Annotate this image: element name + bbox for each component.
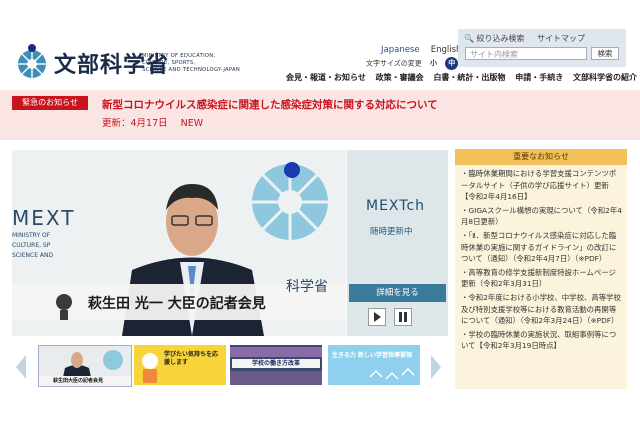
carousel-thumb-press[interactable]: 萩生田大臣の記者会見 [38, 345, 132, 387]
carousel-thumb-learning[interactable]: 学びたい気持ちを応援します [134, 345, 226, 385]
nav-item-application[interactable]: 申請・手続き [515, 73, 563, 82]
emergency-date: 更新：4月17日 [102, 118, 168, 129]
emergency-update: 更新：4月17日 NEW [102, 115, 203, 129]
carousel-thumb-workstyle[interactable]: 学校の働き方改革 [230, 345, 322, 385]
font-size-medium-button[interactable]: 中 [445, 57, 459, 70]
detail-button[interactable]: 詳細を見る [349, 284, 446, 302]
font-size-small-button[interactable]: 小 [426, 56, 442, 71]
hero-backdrop-text: 科学省 [286, 279, 328, 295]
thumb-label: 学校の働き方改革 [232, 359, 320, 368]
news-item[interactable]: 令和2年度における小学校、中学校、高等学校及び特別支援学校等における教育活動の再… [461, 292, 623, 327]
thumb-label: 学びたい気持ちを応援します [164, 351, 219, 366]
hero-backdrop-text: MINISTRY OF [12, 232, 51, 239]
search-input[interactable]: サイト内検索 [465, 47, 587, 60]
language-switch: Japanese English [381, 37, 467, 56]
news-item[interactable]: 学校の臨時休業の実施状況、取組事例等について【令和2年3月19日時点】 [461, 329, 623, 352]
magnifier-icon: 🔍 [464, 34, 474, 43]
hero-backdrop-text: CULTURE, SP [12, 242, 51, 249]
play-button[interactable] [368, 308, 386, 326]
character-icon [142, 353, 158, 383]
thumb-label: 生きる力 新しい学習指導要領 [332, 352, 412, 359]
global-nav: 会見・報道・お知らせ 政策・審議会 白書・統計・出版物 申請・手続き 文部科学省… [286, 72, 640, 83]
news-item[interactable]: 「Ⅱ．新型コロナウイルス感染症に対応した臨時休業の実施に関するガイドライン」の改… [461, 230, 623, 265]
emergency-badge: 緊急のお知らせ [12, 96, 88, 110]
thumb-photo-strip [230, 347, 322, 357]
news-item[interactable]: GIGAスクール構想の実現について（令和2年4月8日更新） [461, 205, 623, 228]
nav-item-press[interactable]: 会見・報道・お知らせ [286, 73, 366, 82]
pause-icon [399, 312, 407, 322]
emergency-link[interactable]: 新型コロナウイルス感染症に関連した感染症対策に関する対応について [102, 97, 438, 112]
nav-item-whitepaper[interactable]: 白書・統計・出版物 [433, 73, 505, 82]
lang-japanese-link[interactable]: Japanese [381, 45, 420, 55]
thumb-photo-strip [230, 371, 322, 385]
thumb-label: 萩生田大臣の記者会見 [53, 378, 104, 384]
important-news-heading: 重要なお知らせ [455, 149, 627, 165]
mext-channel-title: MEXTch [366, 198, 426, 214]
nav-item-about[interactable]: 文部科学省の紹介 [573, 73, 637, 82]
carousel-prev-icon[interactable] [15, 353, 27, 381]
birds-icon [369, 367, 415, 380]
mext-channel-subtitle: 随時更新中 [370, 227, 413, 237]
lang-english-link[interactable]: English [431, 45, 462, 55]
news-item[interactable]: 高等教育の修学支援新制度特設ホームページ更新（令和2年3月31日） [461, 267, 623, 290]
news-item[interactable]: 臨時休業期間における学習支援コンテンツポータルサイト（子供の学び応援サイト）更新… [461, 168, 623, 203]
hero-backdrop-text: SCIENCE AND [12, 252, 54, 259]
play-icon [374, 312, 381, 322]
carousel-next-icon[interactable] [430, 353, 442, 381]
important-news-list: 臨時休業期間における学習支援コンテンツポータルサイト（子供の学び応援サイト）更新… [461, 168, 623, 354]
pause-button[interactable] [394, 308, 412, 326]
site-subtitle: MINISTRY OF EDUCATION, CULTURE, SPORTS, … [142, 53, 241, 73]
nav-item-policy[interactable]: 政策・審議会 [376, 73, 424, 82]
search-button[interactable]: 検索 [591, 47, 619, 60]
hero-caption: 萩生田 光一 大臣の記者会見 [88, 296, 266, 312]
font-size-label: 文字サイズの変更 [366, 59, 422, 68]
refine-search-link[interactable]: 絞り込み検索 [477, 34, 525, 43]
mext-logo-icon[interactable] [14, 44, 50, 82]
search-links: 🔍 絞り込み検索 サイトマップ [464, 33, 585, 44]
new-badge: NEW [180, 118, 204, 129]
sitemap-link[interactable]: サイトマップ [537, 34, 585, 43]
carousel-thumb-curriculum[interactable]: 生きる力 新しい学習指導要領 [328, 345, 420, 385]
hero-slide[interactable]: MEXT MINISTRY OF CULTURE, SP SCIENCE AND… [12, 150, 346, 336]
hero-backdrop-text: MEXT [12, 206, 76, 230]
